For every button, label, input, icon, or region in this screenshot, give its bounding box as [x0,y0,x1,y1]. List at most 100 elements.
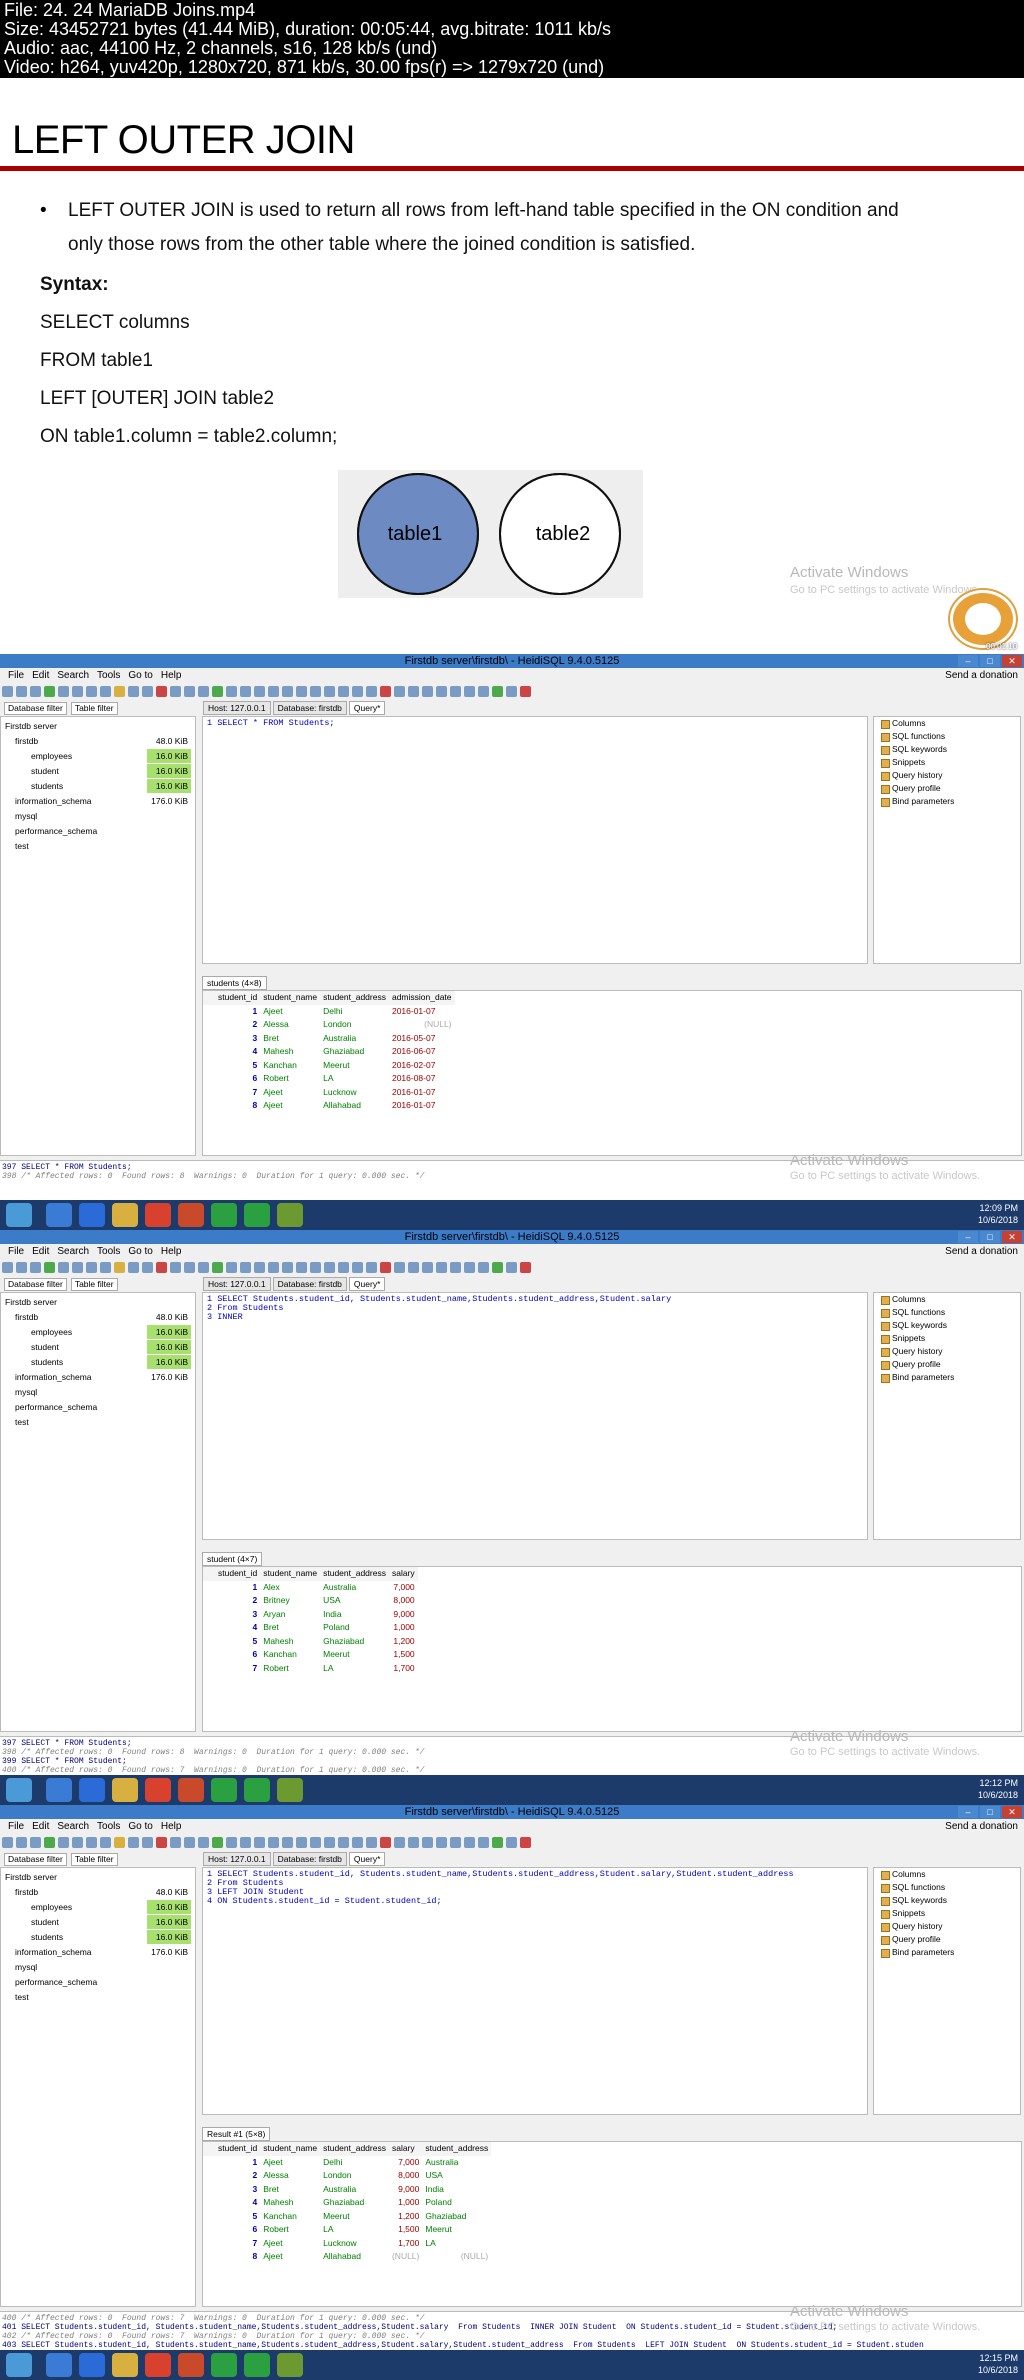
helper-item[interactable]: Query history [874,1345,1020,1358]
table-cell[interactable]: 1 [215,1581,260,1595]
table-cell[interactable]: 1,000 [389,1621,418,1635]
menu-item-help[interactable]: Help [161,1821,182,1832]
toolbar-button-icon[interactable] [520,1837,531,1848]
toolbar-button-icon[interactable] [380,1837,391,1848]
database-filter-input[interactable]: Database filter [4,1853,67,1866]
toolbar-button-icon[interactable] [16,686,27,697]
window-title-bar[interactable]: Firstdb server\firstdb\ - HeidiSQL 9.4.0… [0,654,1024,668]
toolbar-button-icon[interactable] [86,1837,97,1848]
toolbar-button-icon[interactable] [72,1837,83,1848]
tree-item[interactable]: student 16.0 KiB [1,764,197,778]
toolbar-button-icon[interactable] [506,1837,517,1848]
toolbar-button-icon[interactable] [16,1837,27,1848]
table-cell[interactable]: Alessa [260,2169,320,2183]
tab-database[interactable]: Database: firstdb [272,1277,347,1291]
toolbar-button-icon[interactable] [30,686,41,697]
table-cell[interactable]: Ajeet [260,2237,320,2251]
tree-item[interactable]: students 16.0 KiB [1,779,197,793]
toolbar-button-icon[interactable] [212,686,223,697]
toolbar-button-icon[interactable] [170,1262,181,1273]
taskbar-app-icon[interactable] [112,2353,138,2377]
table-row[interactable]: 3 Aryan India 9,000 [203,1608,418,1622]
toolbar-button-icon[interactable] [184,1262,195,1273]
taskbar-app-icon[interactable] [145,1203,171,1227]
tab-database[interactable]: Database: firstdb [272,701,347,715]
table-cell[interactable]: 1,500 [389,1648,418,1662]
helper-item[interactable]: Snippets [874,1332,1020,1345]
taskbar-app-icon[interactable] [46,1778,72,1802]
toolbar-button-icon[interactable] [282,1262,293,1273]
table-cell[interactable]: Aryan [260,1608,320,1622]
toolbar-button-icon[interactable] [422,1837,433,1848]
toolbar-button-icon[interactable] [170,1837,181,1848]
toolbar-button-icon[interactable] [492,1262,503,1273]
column-header[interactable]: student_address [422,2142,492,2156]
sql-editor[interactable]: 1 SELECT Students.student_id, Students.s… [202,1867,868,2115]
table-cell[interactable]: 1,700 [389,1662,418,1676]
toolbar-button-icon[interactable] [254,1837,265,1848]
toolbar-button-icon[interactable] [226,686,237,697]
toolbar-button-icon[interactable] [72,686,83,697]
tree-item[interactable]: student 16.0 KiB [1,1340,197,1354]
toolbar-button-icon[interactable] [352,1837,363,1848]
menu-item-tools[interactable]: Tools [97,670,120,681]
table-cell[interactable]: Mahesh [260,1045,320,1059]
tree-item[interactable]: students 16.0 KiB [1,1355,197,1369]
tree-item[interactable]: performance_schema [1,824,197,838]
maximize-button[interactable]: □ [980,1806,1000,1818]
table-cell[interactable]: Mahesh [260,2196,320,2210]
table-cell[interactable]: Lucknow [320,1086,389,1100]
table-cell[interactable]: Bret [260,2183,320,2197]
table-cell[interactable]: 3 [215,1608,260,1622]
table-cell[interactable]: 5 [215,1059,260,1073]
table-cell[interactable]: Meerut [320,1059,389,1073]
table-row[interactable]: 7 Ajeet Lucknow 1,700 LA [203,2237,491,2251]
table-cell[interactable]: Lucknow [320,2237,389,2251]
toolbar-button-icon[interactable] [436,1837,447,1848]
toolbar-button-icon[interactable] [142,686,153,697]
helper-item[interactable]: Query profile [874,1933,1020,1946]
table-cell[interactable]: Ajeet [260,2156,320,2170]
toolbar-button-icon[interactable] [2,686,13,697]
toolbar-button-icon[interactable] [408,686,419,697]
toolbar-button-icon[interactable] [464,1837,475,1848]
toolbar-button-icon[interactable] [450,686,461,697]
table-row[interactable]: 7 Robert LA 1,700 [203,1662,418,1676]
toolbar-button-icon[interactable] [58,1837,69,1848]
table-cell[interactable]: 4 [215,1045,260,1059]
taskbar-app-icon[interactable] [79,2353,105,2377]
toolbar-button-icon[interactable] [520,686,531,697]
maximize-button[interactable]: □ [980,1231,1000,1243]
toolbar-button-icon[interactable] [44,1262,55,1273]
table-filter-input[interactable]: Table filter [70,702,118,715]
toolbar-button-icon[interactable] [44,686,55,697]
taskbar-app-icon[interactable] [46,2353,72,2377]
toolbar-button-icon[interactable] [58,1262,69,1273]
start-button-icon[interactable] [6,1203,32,1227]
table-cell[interactable]: 6 [215,1648,260,1662]
table-cell[interactable]: Australia [320,1581,389,1595]
table-cell[interactable]: Poland [320,1621,389,1635]
column-header[interactable]: student_name [260,991,321,1005]
toolbar-button-icon[interactable] [198,686,209,697]
start-button-icon[interactable] [6,1778,32,1802]
column-header[interactable]: student_id [215,1567,261,1581]
result-tab[interactable]: Result #1 (5×8) [202,2127,271,2141]
table-cell[interactable]: Ajeet [260,1099,320,1113]
tree-item[interactable]: performance_schema [1,1975,197,1989]
table-row[interactable]: 6 Robert LA 1,500 Meerut [203,2223,491,2237]
send-donation-link[interactable]: Send a donation [945,669,1018,683]
table-cell[interactable]: 1,200 [389,2210,422,2224]
toolbar-button-icon[interactable] [296,1262,307,1273]
menu-item-go-to[interactable]: Go to [128,1246,152,1257]
toolbar-button-icon[interactable] [394,1262,405,1273]
taskbar-app-icon[interactable] [145,2353,171,2377]
table-cell[interactable]: 2016-05-07 [389,1032,455,1046]
taskbar-app-icon[interactable] [178,1203,204,1227]
table-cell[interactable]: Robert [260,1662,320,1676]
table-cell[interactable]: 7 [215,2237,260,2251]
table-cell[interactable]: 2 [215,1594,260,1608]
table-cell[interactable]: 2016-01-07 [389,1099,455,1113]
table-row[interactable]: 3 Bret Australia 2016-05-07 [203,1032,455,1046]
table-cell[interactable]: 5 [215,1635,260,1649]
